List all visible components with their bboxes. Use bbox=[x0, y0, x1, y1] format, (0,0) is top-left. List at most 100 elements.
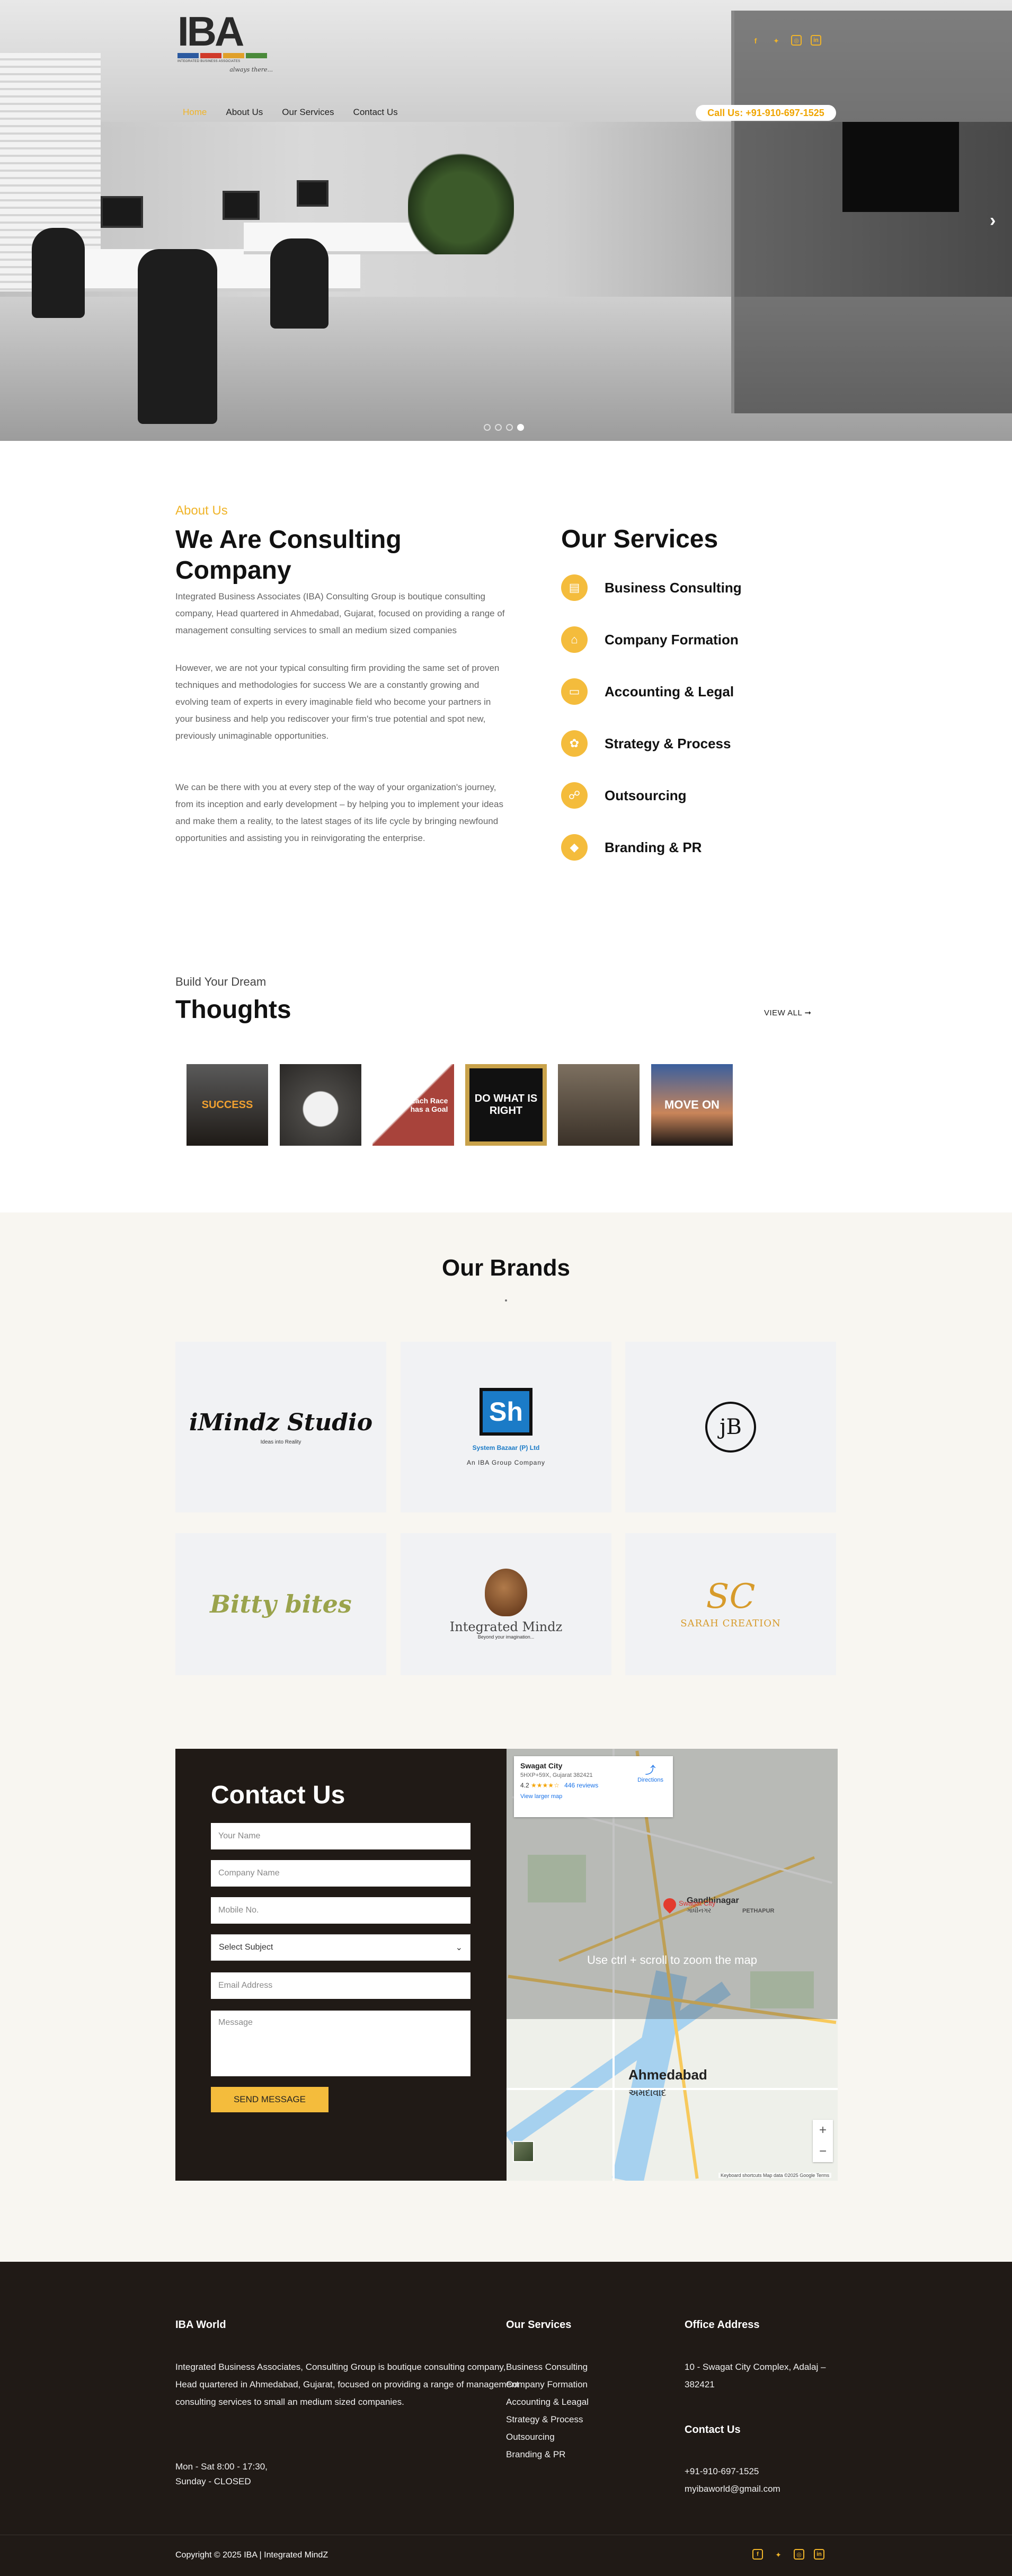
thought-card-bear[interactable] bbox=[280, 1064, 361, 1146]
footer-contact-title: Contact Us bbox=[685, 2424, 741, 2436]
view-larger-map-link[interactable]: View larger map bbox=[520, 1793, 667, 1800]
service-item[interactable]: ▭ Accounting & Legal bbox=[561, 678, 734, 705]
map-reviews-link[interactable]: 446 reviews bbox=[564, 1782, 598, 1789]
thought-text: Each Race has a Goal bbox=[410, 1096, 448, 1113]
twitter-icon[interactable]: ✦ bbox=[770, 35, 782, 47]
call-us-button[interactable]: Call Us: +91-910-697-1525 bbox=[696, 105, 836, 121]
thought-card-move-on[interactable]: MOVE ON bbox=[651, 1064, 733, 1146]
hero-chair bbox=[270, 238, 329, 329]
hero-plant bbox=[408, 138, 514, 254]
footer-service-link[interactable]: Strategy & Process bbox=[506, 2411, 583, 2428]
nav-services[interactable]: Our Services bbox=[282, 107, 334, 118]
service-label: Outsourcing bbox=[605, 787, 687, 803]
map-pin-label: Swagat City bbox=[679, 1899, 716, 1907]
nav-contact[interactable]: Contact Us bbox=[353, 107, 398, 118]
map-satellite-toggle[interactable] bbox=[513, 2141, 534, 2162]
facebook-icon[interactable]: f bbox=[750, 35, 761, 47]
slider-dot[interactable] bbox=[484, 424, 491, 431]
thought-card-clock[interactable]: Each Race has a Goal bbox=[372, 1064, 454, 1146]
nav-home[interactable]: Home bbox=[183, 107, 207, 118]
footer-service-link[interactable]: Business Consulting bbox=[506, 2358, 588, 2376]
brand-integrated-mindz[interactable]: Integrated Mindz Beyond your imagination… bbox=[401, 1533, 611, 1675]
directions-icon: ⤴ bbox=[645, 1765, 656, 1776]
slider-dot[interactable] bbox=[495, 424, 502, 431]
mobile-input[interactable]: Mobile No. bbox=[211, 1897, 471, 1924]
brand-sarah-creation[interactable]: SC SARAH CREATION bbox=[625, 1533, 836, 1675]
name-input[interactable]: Your Name bbox=[211, 1823, 471, 1849]
about-paragraph: We can be there with you at every step o… bbox=[175, 782, 503, 843]
view-all-link[interactable]: VIEW ALL ➞ bbox=[764, 1008, 812, 1017]
subject-value: Select Subject bbox=[219, 1943, 273, 1952]
service-item[interactable]: ▤ Business Consulting bbox=[561, 574, 742, 601]
slider-dot-active[interactable] bbox=[517, 424, 524, 431]
map-info-card: Swagat City 5HXP+59X, Gujarat 382421 4.2… bbox=[514, 1756, 673, 1817]
footer-email[interactable]: myibaworld@gmail.com bbox=[685, 2480, 780, 2498]
nav-about[interactable]: About Us bbox=[226, 107, 263, 118]
thoughts-subtitle: Build Your Dream bbox=[175, 975, 267, 988]
hero-monitor bbox=[297, 180, 329, 207]
instagram-icon[interactable]: ◎ bbox=[791, 35, 802, 46]
logo-subtitle: INTEGRATED BUSINESS ASSOCIATES bbox=[177, 60, 241, 63]
hero-screen bbox=[842, 122, 959, 212]
hero-monitor bbox=[223, 191, 260, 220]
linkedin-icon[interactable]: in bbox=[811, 35, 821, 46]
thought-card-elephant[interactable] bbox=[558, 1064, 640, 1146]
service-item[interactable]: ⌂ Company Formation bbox=[561, 626, 739, 653]
footer-service-link[interactable]: Accounting & Leagal bbox=[506, 2393, 589, 2411]
twitter-icon[interactable]: ✦ bbox=[773, 2549, 784, 2561]
footer-col3-title: Office Address bbox=[685, 2319, 760, 2331]
brand-imindz-studio[interactable]: iMindz Studio Ideas into Reality bbox=[175, 1342, 386, 1512]
company-input[interactable]: Company Name bbox=[211, 1860, 471, 1887]
linkedin-icon[interactable]: in bbox=[814, 2549, 824, 2560]
hero-slider: IBA INTEGRATED BUSINESS ASSOCIATES alway… bbox=[0, 0, 1012, 441]
zoom-in-button[interactable]: + bbox=[819, 2123, 827, 2138]
brand-name: Integrated Mindz bbox=[449, 1619, 563, 1634]
handshake-icon: ☍ bbox=[561, 782, 588, 809]
footer-service-link[interactable]: Branding & PR bbox=[506, 2446, 565, 2463]
google-map[interactable]: Gandhinagar ગાંધીનગર PETHAPUR Ahmedabad અમ… bbox=[507, 1749, 838, 2181]
map-attribution: Keyboard shortcuts Map data ©2025 Google… bbox=[718, 2173, 832, 2178]
message-textarea[interactable]: Message bbox=[211, 2011, 471, 2076]
brand-sub2: An IBA Group Company bbox=[466, 1459, 546, 1466]
facebook-icon[interactable]: f bbox=[752, 2549, 763, 2560]
send-message-button[interactable]: SEND MESSAGE bbox=[211, 2087, 329, 2112]
brand-name: Sh bbox=[480, 1388, 532, 1436]
social-links-bottom: f ✦ ◎ in bbox=[752, 2549, 824, 2561]
brand-jb[interactable]: jB bbox=[625, 1342, 836, 1512]
about-title: We Are Consulting Company bbox=[175, 526, 402, 585]
map-directions-label: Directions bbox=[637, 1777, 663, 1783]
instagram-icon[interactable]: ◎ bbox=[794, 2549, 804, 2560]
zoom-out-button[interactable]: − bbox=[819, 2144, 827, 2159]
footer-address: 10 - Swagat City Complex, Adalaj – 38242… bbox=[685, 2362, 826, 2389]
thought-card-success[interactable]: SUCCESS bbox=[187, 1064, 268, 1146]
brand-logo-head bbox=[485, 1569, 527, 1616]
social-links-top: f ✦ ◎ in bbox=[750, 35, 821, 47]
brand-system-bazaar[interactable]: Sh System Bazaar (P) Ltd An IBA Group Co… bbox=[401, 1342, 611, 1512]
service-item[interactable]: ✿ Strategy & Process bbox=[561, 730, 731, 757]
brand-sub: Beyond your imagination... bbox=[477, 1634, 535, 1640]
site-logo[interactable]: IBA INTEGRATED BUSINESS ASSOCIATES alway… bbox=[177, 11, 273, 77]
footer-service-link[interactable]: Outsourcing bbox=[506, 2428, 555, 2446]
footer-phone[interactable]: +91-910-697-1525 bbox=[685, 2463, 759, 2480]
hero-chair bbox=[138, 249, 217, 424]
service-item[interactable]: ☍ Outsourcing bbox=[561, 782, 687, 809]
bank-icon: ⌂ bbox=[561, 626, 588, 653]
service-label: Strategy & Process bbox=[605, 735, 731, 751]
chevron-down-icon: ⌄ bbox=[455, 1943, 463, 1952]
subject-select[interactable]: Select Subject ⌄ bbox=[211, 1934, 471, 1961]
footer-hours: Sunday - CLOSED bbox=[175, 2476, 251, 2486]
contact-title: Contact Us bbox=[211, 1781, 345, 1809]
thought-text: DO WHAT IS RIGHT bbox=[474, 1093, 538, 1117]
slider-next-arrow[interactable]: › bbox=[990, 210, 996, 231]
logo-tagline: always there... bbox=[229, 66, 273, 73]
thought-text: MOVE ON bbox=[664, 1098, 720, 1111]
email-input[interactable]: Email Address bbox=[211, 1972, 471, 1999]
briefcase-icon: ▤ bbox=[561, 574, 588, 601]
service-item[interactable]: ◆ Branding & PR bbox=[561, 834, 702, 861]
footer-about-text: Integrated Business Associates, Consulti… bbox=[175, 2362, 519, 2407]
slider-dot[interactable] bbox=[506, 424, 513, 431]
map-directions-button[interactable]: ⤴ Directions bbox=[637, 1761, 663, 1783]
brand-bitty-bites[interactable]: Bitty bites bbox=[175, 1533, 386, 1675]
footer-service-link[interactable]: Company Formation bbox=[506, 2376, 588, 2393]
thought-card-right[interactable]: DO WHAT IS RIGHT bbox=[465, 1064, 547, 1146]
